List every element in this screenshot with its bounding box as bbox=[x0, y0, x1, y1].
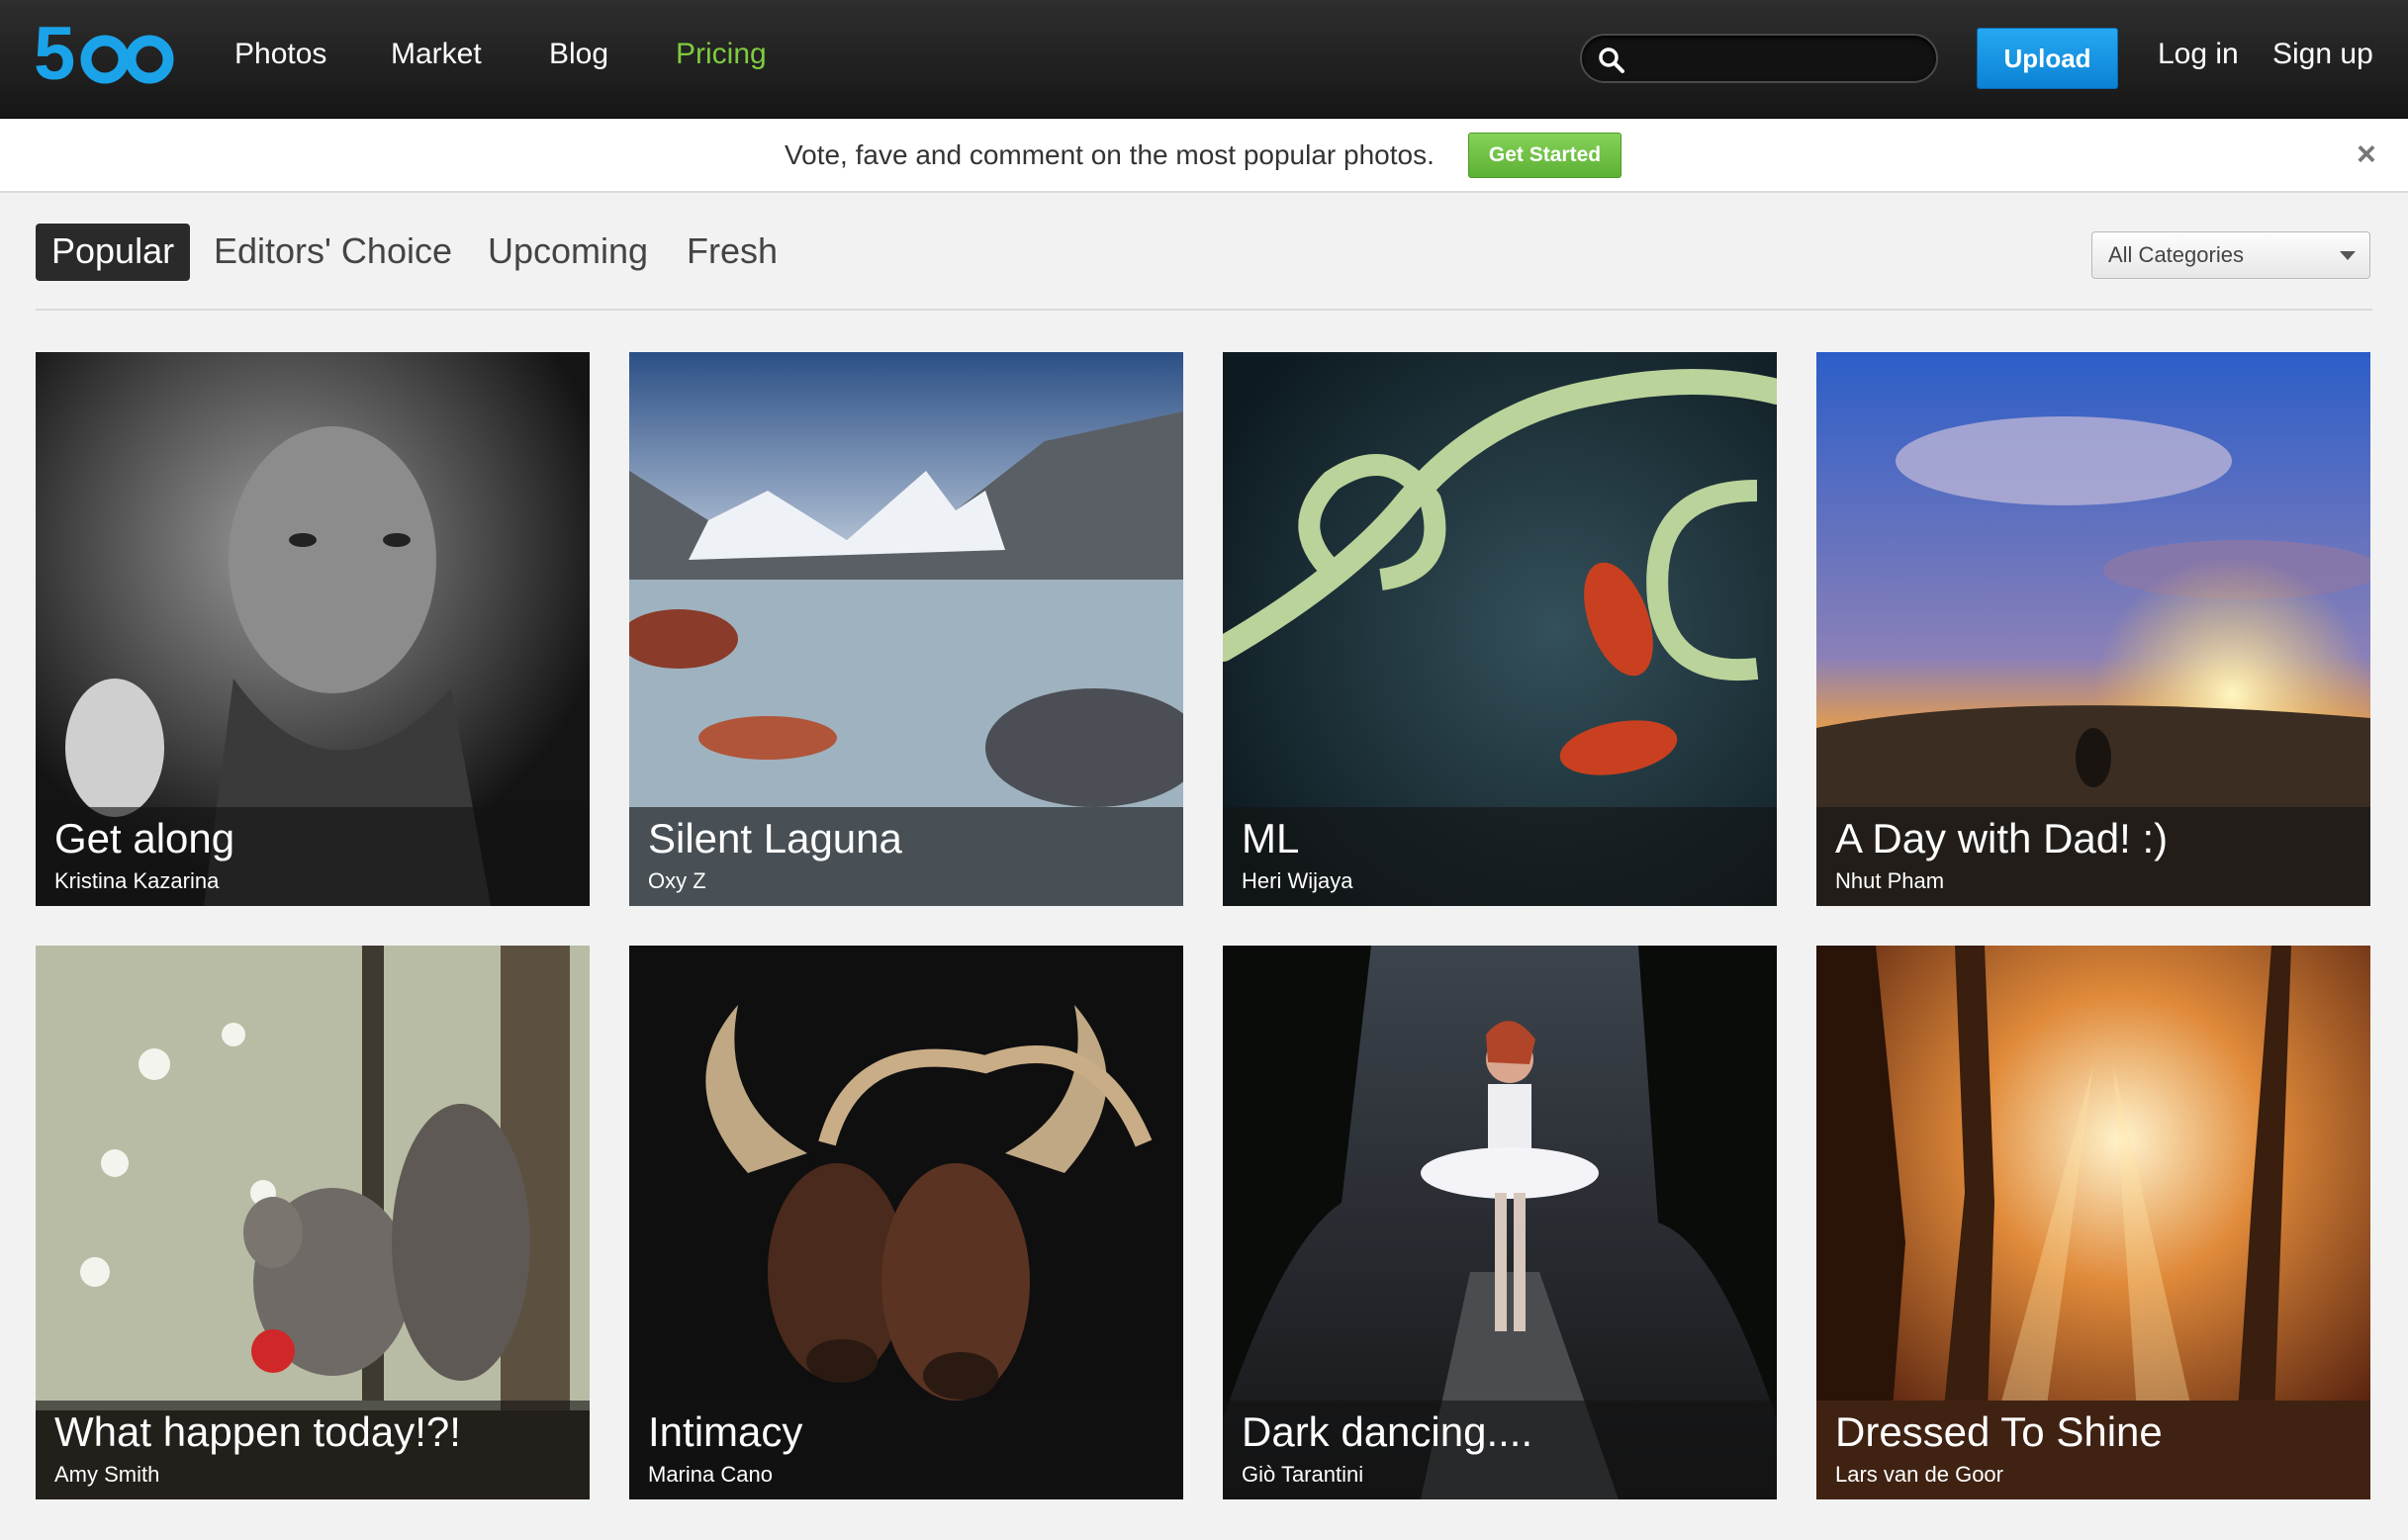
photo-card[interactable]: Intimacy Marina Cano bbox=[629, 946, 1183, 1499]
category-select[interactable]: All Categories bbox=[2091, 231, 2370, 279]
chevron-down-icon bbox=[2340, 251, 2356, 260]
500px-logo[interactable]: 5 bbox=[34, 18, 177, 93]
photo-title[interactable]: Silent Laguna bbox=[648, 815, 902, 862]
promo-banner: Vote, fave and comment on the most popul… bbox=[0, 120, 2408, 193]
tab-fresh[interactable]: Fresh bbox=[687, 224, 778, 281]
login-link[interactable]: Log in bbox=[2158, 38, 2239, 71]
photo-card[interactable]: Get along Kristina Kazarina bbox=[36, 352, 590, 906]
top-navbar: 5 Photos Market Blog Pricing Upload Log … bbox=[0, 0, 2408, 119]
nav-blog[interactable]: Blog bbox=[549, 38, 608, 71]
photo-caption: What happen today!?! Amy Smith bbox=[36, 1401, 590, 1499]
promo-text: Vote, fave and comment on the most popul… bbox=[785, 139, 1435, 170]
photo-caption: Silent Laguna Oxy Z bbox=[629, 807, 1183, 906]
photo-author[interactable]: Lars van de Goor bbox=[1835, 1462, 2003, 1488]
photo-card[interactable]: A Day with Dad! :) Nhut Pham bbox=[1816, 352, 2370, 906]
photo-author[interactable]: Amy Smith bbox=[54, 1462, 159, 1488]
photo-caption: A Day with Dad! :) Nhut Pham bbox=[1816, 807, 2370, 906]
nav-pricing[interactable]: Pricing bbox=[676, 38, 767, 71]
photo-caption: ML Heri Wijaya bbox=[1223, 807, 1777, 906]
signup-link[interactable]: Sign up bbox=[2272, 38, 2373, 71]
photo-title[interactable]: What happen today!?! bbox=[54, 1408, 461, 1456]
photo-caption: Dressed To Shine Lars van de Goor bbox=[1816, 1401, 2370, 1499]
photo-card[interactable]: Silent Laguna Oxy Z bbox=[629, 352, 1183, 906]
photo-author[interactable]: Nhut Pham bbox=[1835, 868, 1944, 894]
search-icon bbox=[1599, 47, 1624, 73]
tab-editors-choice[interactable]: Editors' Choice bbox=[214, 224, 452, 281]
photo-title[interactable]: ML bbox=[1242, 815, 1299, 862]
category-select-value: All Categories bbox=[2108, 242, 2244, 267]
divider bbox=[36, 309, 2372, 311]
photo-author[interactable]: Oxy Z bbox=[648, 868, 706, 894]
photo-author[interactable]: Marina Cano bbox=[648, 1462, 773, 1488]
search-input[interactable] bbox=[1637, 44, 1924, 73]
upload-button[interactable]: Upload bbox=[1977, 28, 2118, 89]
nav-photos[interactable]: Photos bbox=[234, 38, 326, 71]
photo-card[interactable]: What happen today!?! Amy Smith bbox=[36, 946, 590, 1499]
photo-card[interactable]: Dark dancing.... Giò Tarantini bbox=[1223, 946, 1777, 1499]
photo-author[interactable]: Heri Wijaya bbox=[1242, 868, 1352, 894]
photo-title[interactable]: Get along bbox=[54, 815, 234, 862]
photo-caption: Dark dancing.... Giò Tarantini bbox=[1223, 1401, 1777, 1499]
photo-title[interactable]: Dark dancing.... bbox=[1242, 1408, 1532, 1456]
photo-title[interactable]: Dressed To Shine bbox=[1835, 1408, 2163, 1456]
tab-upcoming[interactable]: Upcoming bbox=[488, 224, 648, 281]
photo-title[interactable]: A Day with Dad! :) bbox=[1835, 815, 2168, 862]
photo-caption: Intimacy Marina Cano bbox=[629, 1401, 1183, 1499]
photo-author[interactable]: Kristina Kazarina bbox=[54, 868, 219, 894]
tab-popular[interactable]: Popular bbox=[36, 224, 191, 281]
search-box[interactable] bbox=[1580, 34, 1938, 83]
close-icon[interactable]: × bbox=[2357, 136, 2376, 174]
photo-author[interactable]: Giò Tarantini bbox=[1242, 1462, 1363, 1488]
photo-card[interactable]: ML Heri Wijaya bbox=[1223, 352, 1777, 906]
nav-market[interactable]: Market bbox=[391, 38, 482, 71]
photo-title[interactable]: Intimacy bbox=[648, 1408, 802, 1456]
photo-card[interactable]: Dressed To Shine Lars van de Goor bbox=[1816, 946, 2370, 1499]
get-started-button[interactable]: Get Started bbox=[1468, 133, 1621, 178]
photo-caption: Get along Kristina Kazarina bbox=[36, 807, 590, 906]
svg-text:5: 5 bbox=[34, 18, 74, 93]
